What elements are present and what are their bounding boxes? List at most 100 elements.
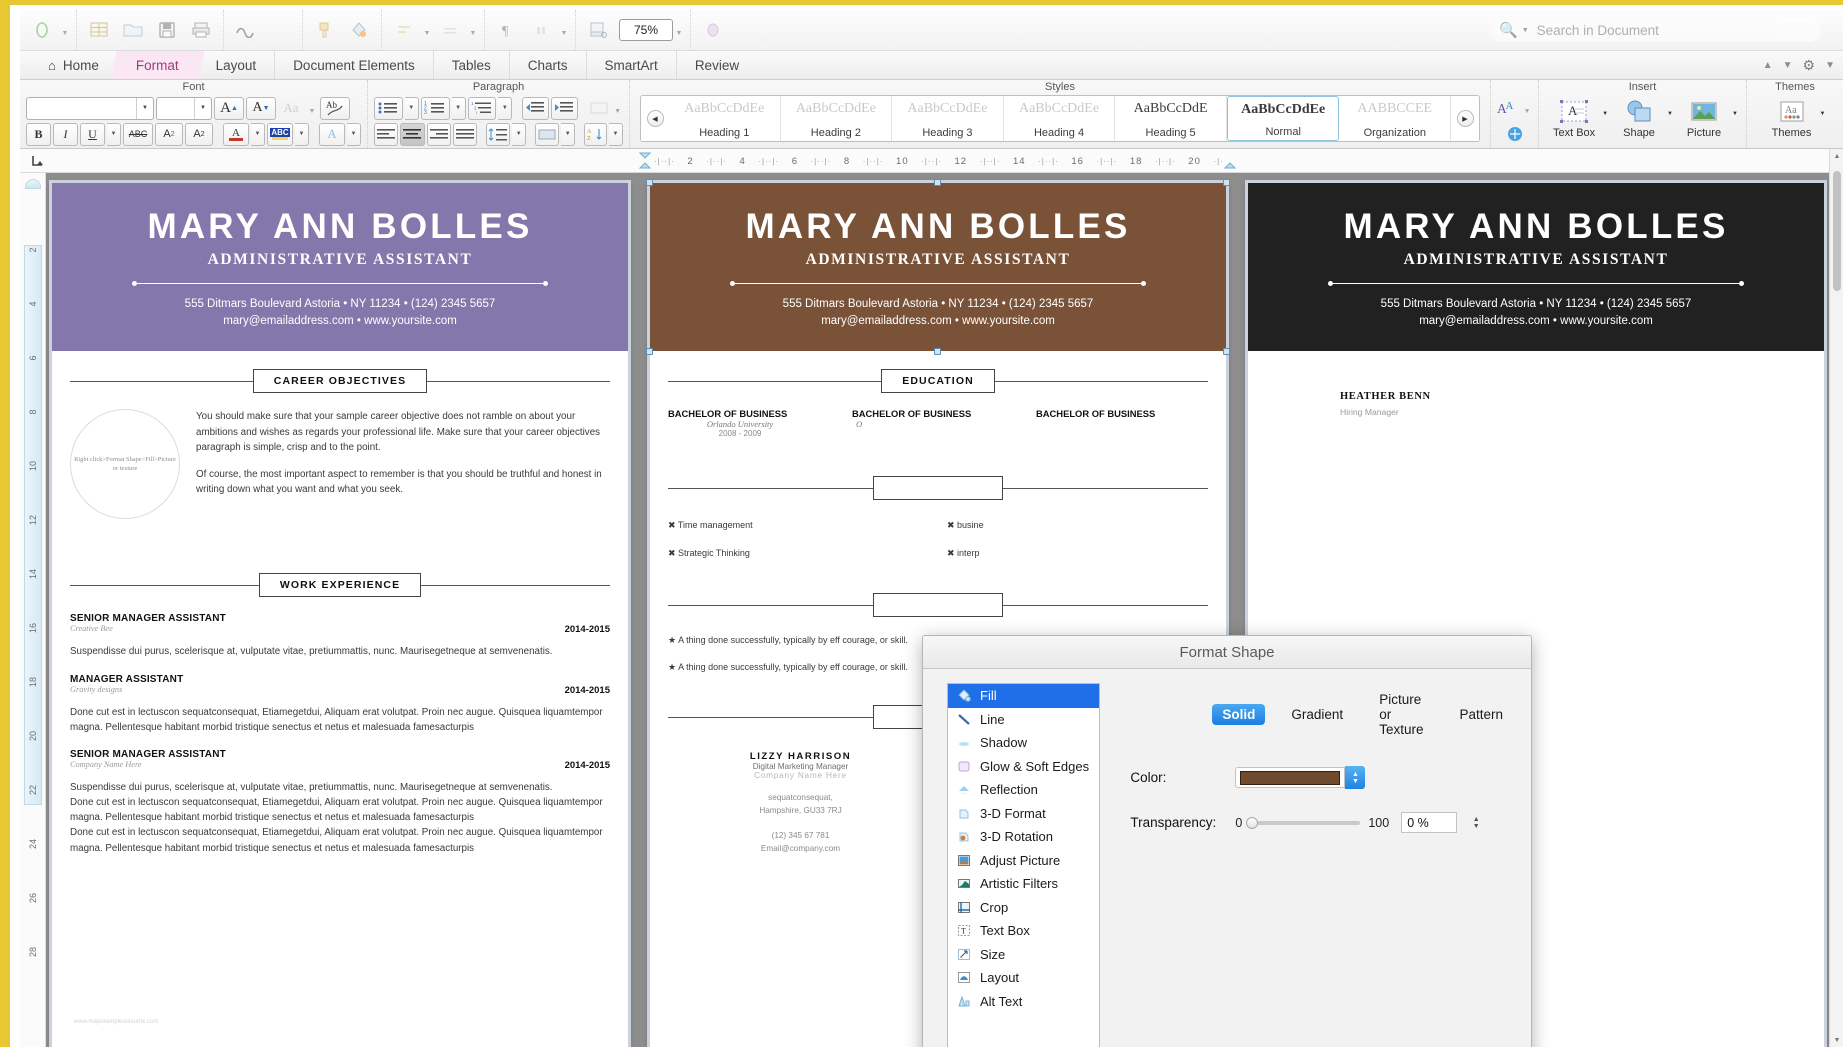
grow-font-button[interactable]: A ▲ xyxy=(214,96,244,120)
justify-button[interactable] xyxy=(452,122,478,146)
collapse-ribbon-icon[interactable]: ▲ xyxy=(1763,60,1773,71)
fs-category-3d-rotation[interactable]: 3-D Rotation xyxy=(948,825,1099,849)
selection-handle[interactable] xyxy=(1223,179,1230,186)
style-organization[interactable]: AABBCCEE Organization xyxy=(1339,96,1452,141)
chevron-down-icon[interactable]: ▼ xyxy=(347,122,361,146)
scroll-down-icon[interactable]: ▼ xyxy=(1830,1033,1843,1047)
media-browser-icon[interactable] xyxy=(696,15,730,45)
transparency-slider[interactable]: 0 100 xyxy=(1235,816,1389,830)
tab-home[interactable]: ⌂ Home xyxy=(36,51,118,79)
fs-category-reflection[interactable]: Reflection xyxy=(948,778,1099,802)
save-icon[interactable] xyxy=(150,15,184,45)
numbered-list-button[interactable]: 123 xyxy=(420,96,450,120)
wordart-icon[interactable]: AA xyxy=(1497,97,1520,120)
chevron-down-icon[interactable]: ▼ xyxy=(558,15,570,45)
chevron-down-icon[interactable]: ▼ xyxy=(1602,97,1608,117)
document-page-1[interactable]: MARY ANN BOLLES ADMINISTRATIVE ASSISTANT… xyxy=(52,183,628,1047)
gear-icon[interactable]: ⚙ xyxy=(1803,57,1816,74)
table-grid-icon[interactable] xyxy=(82,15,116,45)
hyperlink-icon[interactable] xyxy=(1501,123,1529,146)
fill-tab-gradient[interactable]: Gradient xyxy=(1281,704,1353,725)
fs-category-fill[interactable]: Fill xyxy=(948,684,1100,708)
page-setup-icon[interactable] xyxy=(581,15,615,45)
fs-category-text-box[interactable]: T Text Box xyxy=(948,919,1099,943)
fs-category-layout[interactable]: Layout xyxy=(948,966,1099,990)
change-case-button[interactable]: Aa xyxy=(278,97,304,120)
strikethrough-button[interactable]: ABC xyxy=(123,122,153,146)
style-heading-3[interactable]: AaBbCcDdEe Heading 3 xyxy=(892,96,1004,141)
fs-category-3d-format[interactable]: 3-D Format xyxy=(948,802,1099,826)
columns-icon[interactable] xyxy=(524,15,558,45)
format-painter-icon[interactable] xyxy=(308,15,342,45)
fs-category-shadow[interactable]: Shadow xyxy=(948,731,1099,755)
slider-knob[interactable] xyxy=(1246,816,1259,829)
style-heading-5[interactable]: AaBbCcDdE Heading 5 xyxy=(1115,96,1227,141)
zoom-level[interactable]: 75% xyxy=(619,19,673,41)
style-heading-2[interactable]: AaBbCcDdEe Heading 2 xyxy=(781,96,893,141)
tab-review[interactable]: Review xyxy=(677,51,757,79)
bulleted-list-button[interactable] xyxy=(374,96,403,120)
chevron-down-icon[interactable]: ▼ xyxy=(404,96,419,120)
selection-handle[interactable] xyxy=(934,348,941,356)
chevron-down-icon[interactable]: ▼ xyxy=(561,122,576,146)
tab-stop-selector-icon[interactable] xyxy=(26,149,50,173)
tab-layout[interactable]: Layout xyxy=(198,51,276,79)
subscript-button[interactable]: A2 xyxy=(185,122,213,146)
chevron-down-icon[interactable]: ▼ xyxy=(1732,97,1738,117)
chevron-down-icon[interactable]: ▼ xyxy=(306,93,318,123)
underline-button[interactable]: U xyxy=(80,122,105,146)
chevron-down-icon[interactable]: ▼ xyxy=(59,15,71,45)
fs-category-glow-soft-edges[interactable]: Glow & Soft Edges xyxy=(948,755,1099,779)
align-right-button[interactable] xyxy=(426,122,451,146)
chevron-down-icon[interactable]: ▼ xyxy=(251,122,265,146)
text-effects-button[interactable]: A xyxy=(319,122,345,146)
tab-format[interactable]: Format xyxy=(107,51,208,79)
chevron-down-icon[interactable]: ▼ xyxy=(1667,97,1673,117)
show-paragraph-marks-icon[interactable]: ¶ xyxy=(490,15,524,45)
vertical-ruler[interactable]: 2 4 6 8 10 12 14 16 18 20 22 24 26 28 xyxy=(20,173,46,1047)
scrollbar-thumb[interactable] xyxy=(1833,171,1841,291)
color-stepper-icon[interactable]: ▲ ▼ xyxy=(1345,766,1366,789)
tab-smartart[interactable]: SmartArt xyxy=(587,51,677,79)
chevron-down-icon[interactable]: ▼ xyxy=(512,122,527,146)
fs-category-line[interactable]: Line xyxy=(948,708,1099,732)
styles-scroll-down-button[interactable]: ▶ xyxy=(1451,96,1479,141)
chevron-down-icon[interactable]: ▼ xyxy=(673,15,685,45)
shading-button[interactable] xyxy=(534,122,560,146)
sort-button[interactable]: AZ xyxy=(584,122,608,146)
open-folder-icon[interactable] xyxy=(116,15,150,45)
chevron-down-icon[interactable]: ▼ xyxy=(107,122,121,146)
highlight-button[interactable]: ABC xyxy=(267,122,293,146)
transparency-stepper-icon[interactable]: ▲ ▼ xyxy=(1467,811,1485,834)
search-box[interactable]: 🔍 ▼ xyxy=(1491,18,1821,42)
font-name-select[interactable]: ▼ xyxy=(26,96,154,120)
transparency-value[interactable]: 0 % xyxy=(1401,812,1458,833)
chevron-down-icon[interactable]: ▼ xyxy=(1522,93,1532,123)
chevron-down-icon[interactable]: ▼ xyxy=(1820,97,1826,117)
borders-button[interactable] xyxy=(587,97,610,120)
italic-button[interactable]: I xyxy=(53,122,78,146)
resume-banner[interactable]: MARY ANN BOLLES ADMINISTRATIVE ASSISTANT… xyxy=(1248,183,1824,352)
font-size-select[interactable]: ▼ xyxy=(156,96,212,120)
search-input[interactable] xyxy=(1536,22,1821,38)
line-spacing-icon[interactable] xyxy=(433,15,467,45)
fill-tab-solid[interactable]: Solid xyxy=(1212,704,1266,725)
chevron-down-icon[interactable]: ▼ xyxy=(451,96,466,120)
chevron-down-icon[interactable]: ▼ xyxy=(421,15,433,45)
photo-placeholder[interactable]: Right click>Format Shape>Fill>Picture or… xyxy=(70,409,180,520)
line-spacing-button[interactable] xyxy=(485,122,511,146)
chevron-down-icon[interactable]: ▼ xyxy=(295,122,309,146)
fs-category-artistic-filters[interactable]: Artistic Filters xyxy=(948,872,1099,896)
right-indent-marker[interactable] xyxy=(1223,152,1237,175)
increase-indent-button[interactable] xyxy=(550,96,578,120)
selection-handle[interactable] xyxy=(934,179,941,186)
style-heading-4[interactable]: AaBbCcDdEe Heading 4 xyxy=(1004,96,1116,141)
color-swatch-box[interactable] xyxy=(1235,767,1346,788)
color-picker[interactable]: ▲ ▼ xyxy=(1235,766,1366,789)
fs-category-alt-text[interactable]: Alt Text xyxy=(948,990,1099,1014)
fs-category-adjust-picture[interactable]: Adjust Picture xyxy=(948,849,1099,873)
tab-charts[interactable]: Charts xyxy=(510,51,587,79)
format-shape-category-list[interactable]: Fill Line Shadow Glow & Soft Edges Refle… xyxy=(947,683,1101,1047)
resume-banner[interactable]: MARY ANN BOLLES ADMINISTRATIVE ASSISTANT… xyxy=(52,183,628,352)
chevron-down-icon[interactable]: ▼ xyxy=(467,15,479,45)
